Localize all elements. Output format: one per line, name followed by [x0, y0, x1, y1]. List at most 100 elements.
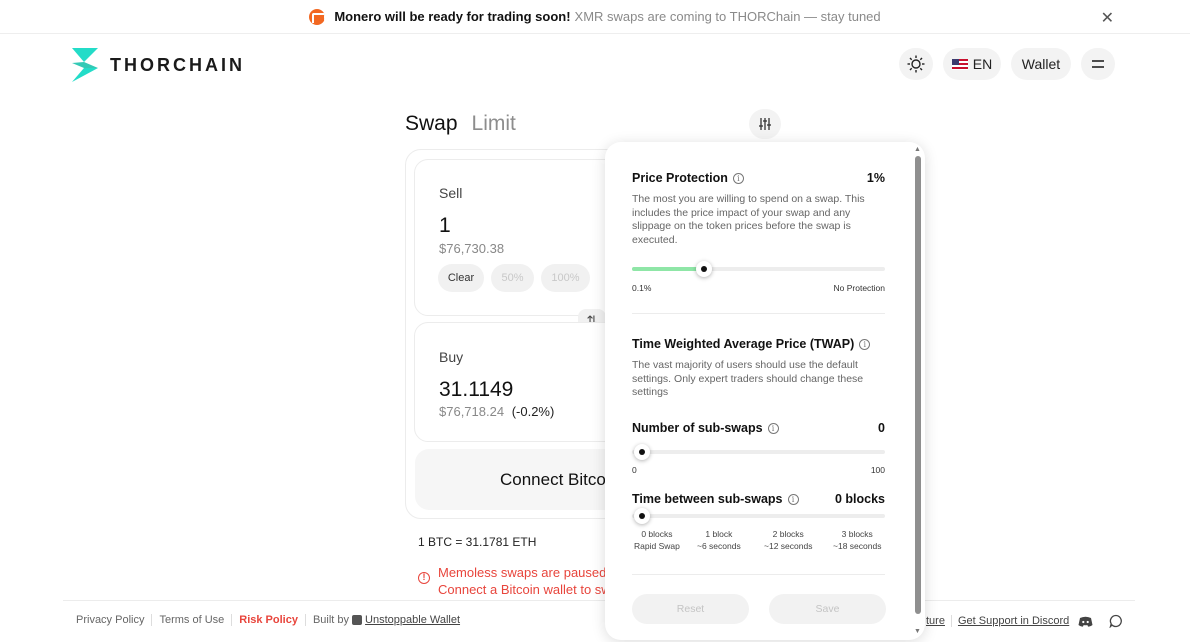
- warning-line-2: Connect a Bitcoin wallet to swap: [438, 582, 608, 597]
- menu-icon: [1092, 60, 1104, 68]
- twap-title: Time Weighted Average Price (TWAP) i: [632, 337, 871, 351]
- risk-policy-link[interactable]: Risk Policy: [239, 614, 298, 626]
- tick-blocks: 0 blocks: [641, 529, 673, 539]
- info-icon[interactable]: i: [732, 172, 744, 184]
- interval-slider[interactable]: [632, 508, 885, 524]
- tick-duration: ~18 seconds: [833, 541, 882, 551]
- language-select[interactable]: EN: [943, 48, 1001, 80]
- wallet-button[interactable]: Wallet: [1011, 48, 1071, 80]
- tick-blocks: 1 block: [705, 529, 733, 539]
- sell-panel: Sell 1 $76,730.38 Clear 50% 100%: [414, 159, 624, 316]
- footer-right-links: ture Get Support in Discord: [926, 614, 1123, 628]
- announcement-banner: Monero will be ready for trading soon! X…: [0, 0, 1190, 34]
- scroll-up-arrow[interactable]: ▲: [914, 146, 921, 153]
- chat-icon[interactable]: [1109, 614, 1123, 628]
- buy-label: Buy: [439, 349, 464, 365]
- tick-duration: ~6 seconds: [697, 541, 741, 551]
- swap-settings-popover: Price Protection i 1% The most you are w…: [605, 142, 925, 640]
- thorchain-logo-icon: [72, 48, 98, 82]
- price-protection-max-label: No Protection: [833, 283, 886, 293]
- connect-wallet-button[interactable]: Connect Bitcoin Wallet: [415, 449, 625, 510]
- sub-swaps-title: Number of sub-swaps i: [632, 421, 779, 435]
- save-button[interactable]: Save: [769, 594, 886, 624]
- info-icon[interactable]: i: [859, 338, 871, 350]
- exchange-rate: 1 BTC = 31.1781 ETH: [418, 535, 537, 549]
- sell-usd-value: $76,730.38: [439, 241, 505, 256]
- interval-thumb[interactable]: [634, 508, 650, 524]
- section-divider: [632, 313, 885, 314]
- settings-scrollbar[interactable]: [915, 156, 921, 614]
- banner-subtext: XMR swaps are coming to THORChain — stay…: [574, 9, 881, 24]
- tick-duration: Rapid Swap: [634, 541, 680, 551]
- price-protection-slider[interactable]: [632, 261, 885, 277]
- footer-divider: [63, 600, 1135, 601]
- sell-label: Sell: [439, 185, 463, 201]
- buy-usd-value: $76,718.24 (-0.2%): [439, 404, 554, 419]
- built-by-label: Built by: [312, 614, 350, 626]
- half-button[interactable]: 50%: [491, 264, 534, 292]
- interval-tick: 1 block ~6 seconds: [697, 528, 741, 552]
- warning-line-1: Memoless swaps are paused by THORChain: [438, 565, 608, 580]
- price-protection-label: Price Protection: [632, 171, 728, 185]
- sliders-icon: [759, 118, 771, 130]
- interval-tick: 2 blocks ~12 seconds: [764, 528, 812, 552]
- logo[interactable]: THORCHAIN: [70, 48, 245, 82]
- sub-swaps-value: 0: [878, 421, 885, 435]
- sub-swaps-thumb[interactable]: [634, 444, 650, 460]
- sell-amount-input[interactable]: 1: [439, 214, 451, 238]
- interval-tick: 3 blocks ~18 seconds: [833, 528, 881, 552]
- buy-usd-amount: $76,718.24: [439, 404, 505, 419]
- interval-title: Time between sub-swaps i: [632, 492, 799, 506]
- wallet-label: Wallet: [1021, 56, 1061, 72]
- menu-button[interactable]: [1081, 48, 1115, 80]
- tick-blocks: 2 blocks: [772, 529, 804, 539]
- banner-headline: Monero will be ready for trading soon!: [334, 9, 571, 24]
- info-icon[interactable]: i: [767, 422, 779, 434]
- alert-icon: !: [418, 572, 430, 584]
- sub-swaps-label: Number of sub-swaps: [632, 421, 763, 435]
- discord-support-link[interactable]: Get Support in Discord: [958, 615, 1069, 627]
- tick-blocks: 3 blocks: [841, 529, 873, 539]
- twap-label: Time Weighted Average Price (TWAP): [632, 337, 855, 351]
- tab-swap[interactable]: Swap: [405, 112, 458, 136]
- discord-icon[interactable]: [1078, 616, 1093, 627]
- footer-links: Privacy Policy Terms of Use Risk Policy …: [76, 614, 460, 626]
- max-button[interactable]: 100%: [541, 264, 590, 292]
- scroll-down-arrow[interactable]: ▼: [914, 628, 921, 635]
- price-protection-fill: [632, 267, 702, 271]
- section-divider: [632, 574, 885, 575]
- tab-limit[interactable]: Limit: [472, 112, 516, 136]
- twap-description: The vast majority of users should use th…: [632, 359, 864, 398]
- sub-swaps-min-label: 0: [632, 465, 637, 475]
- theme-toggle-button[interactable]: [899, 48, 933, 80]
- price-protection-thumb[interactable]: [695, 261, 712, 277]
- language-label: EN: [972, 56, 993, 72]
- us-flag-icon: [951, 58, 968, 70]
- sun-icon: [907, 55, 925, 73]
- warning-message: ! Memoless swaps are paused by THORChain…: [418, 564, 608, 598]
- settings-button[interactable]: [749, 109, 781, 139]
- terms-link[interactable]: Terms of Use: [159, 614, 224, 626]
- price-protection-value: 1%: [866, 171, 885, 185]
- buy-price-change: (-0.2%): [511, 404, 555, 419]
- sub-swaps-max-label: 100: [870, 465, 885, 475]
- privacy-policy-link[interactable]: Privacy Policy: [76, 614, 144, 626]
- feature-request-link[interactable]: ture: [926, 615, 945, 627]
- tick-duration: ~12 seconds: [764, 541, 813, 551]
- close-icon[interactable]: ✕: [1101, 8, 1114, 28]
- reset-button[interactable]: Reset: [632, 594, 749, 624]
- price-protection-description: The most you are willing to spend on a s…: [632, 193, 865, 246]
- buy-amount: 31.1149: [439, 378, 514, 401]
- clear-button[interactable]: Clear: [438, 264, 484, 292]
- sub-swaps-slider[interactable]: [632, 444, 885, 460]
- interval-label: Time between sub-swaps: [632, 492, 783, 506]
- buy-panel: Buy 31.1149 $76,718.24 (-0.2%): [414, 322, 624, 442]
- logo-text: THORCHAIN: [110, 54, 245, 75]
- price-protection-title: Price Protection i: [632, 171, 744, 185]
- swap-tabs: Swap Limit: [405, 112, 516, 136]
- interval-tick: 0 blocks Rapid Swap: [634, 528, 680, 552]
- info-icon[interactable]: i: [787, 493, 799, 505]
- unstoppable-wallet-icon: [352, 615, 363, 625]
- monero-icon: [309, 8, 326, 25]
- unstoppable-wallet-link[interactable]: Unstoppable Wallet: [365, 614, 460, 626]
